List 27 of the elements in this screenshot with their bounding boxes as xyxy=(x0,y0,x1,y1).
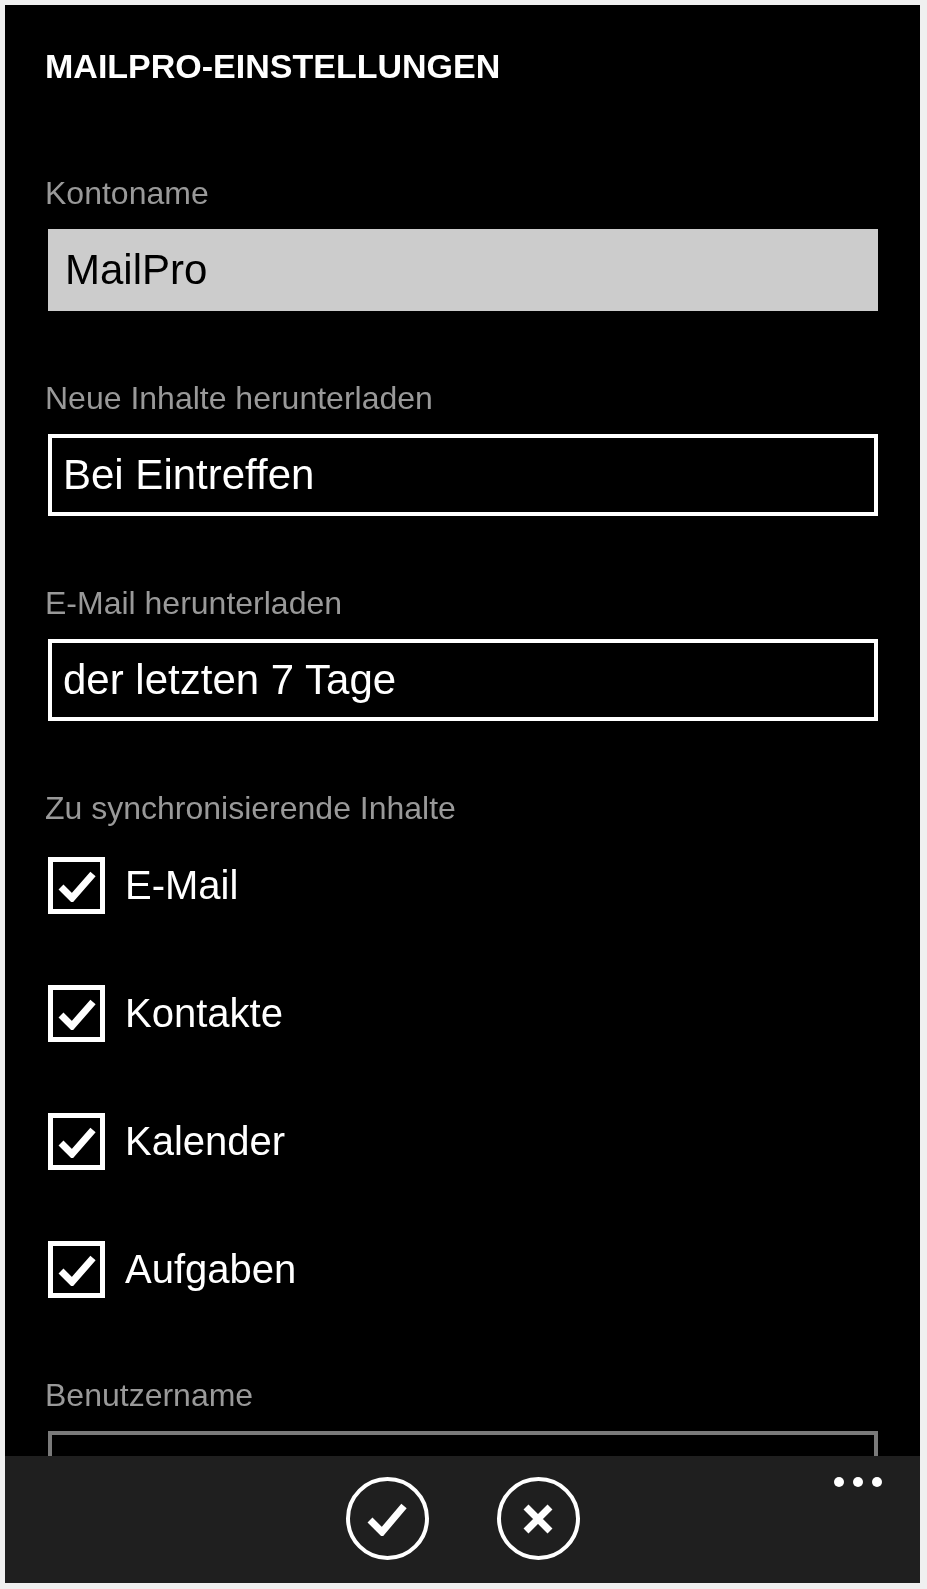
page-title: MAILPRO-EINSTELLUNGEN xyxy=(45,46,501,86)
checkbox[interactable] xyxy=(48,1113,105,1170)
cancel-button[interactable] xyxy=(496,1477,580,1560)
field-label: Neue Inhalte herunterladen xyxy=(45,379,433,417)
checkbox[interactable] xyxy=(48,985,105,1042)
checkbox-label: Aufgaben xyxy=(125,1246,297,1293)
field-label: Kontoname xyxy=(45,174,209,212)
checkbox-label: Kontakte xyxy=(125,990,283,1037)
confirm-button[interactable] xyxy=(345,1477,429,1560)
field-label: E-Mail herunterladen xyxy=(45,584,343,622)
checkmark-icon xyxy=(57,1253,96,1286)
checkmark-icon xyxy=(57,869,96,902)
ellipsis-icon xyxy=(834,1477,882,1487)
checkbox-label: Kalender xyxy=(125,1118,286,1165)
checkbox-label: E-Mail xyxy=(125,862,239,909)
dropdown-field[interactable]: der letzten 7 Tage xyxy=(48,639,878,721)
checkmark-icon xyxy=(367,1501,407,1536)
text-field[interactable]: MailPro xyxy=(48,229,878,311)
checkmark-icon xyxy=(57,1125,96,1158)
close-icon xyxy=(522,1502,554,1535)
dropdown-field[interactable]: Bei Eintreffen xyxy=(48,434,878,516)
checkbox[interactable] xyxy=(48,857,105,914)
field-label: Benutzername xyxy=(45,1376,254,1414)
more-button[interactable] xyxy=(834,1477,882,1487)
checkmark-icon xyxy=(57,997,96,1030)
field-label: Zu synchronisierende Inhalte xyxy=(45,789,456,827)
checkbox[interactable] xyxy=(48,1241,105,1298)
